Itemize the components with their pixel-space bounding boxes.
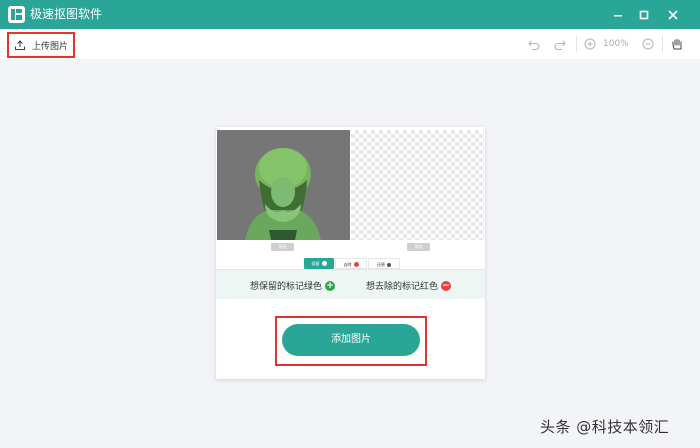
close-button[interactable]	[663, 5, 683, 24]
minimize-icon	[614, 14, 622, 16]
toolbar: 上传图片 100%	[0, 29, 700, 59]
upload-icon	[14, 40, 26, 51]
minimize-button[interactable]	[608, 5, 628, 24]
keep-dot-icon	[321, 261, 327, 266]
hint-bar: 想保留的标记绿色 + 想去除的标记红色 −	[216, 269, 485, 299]
minus-circle-icon: −	[441, 280, 452, 291]
restore-brush-label: 还原	[377, 262, 385, 267]
add-image-button[interactable]: 添加图片	[282, 324, 420, 356]
eraser-icon	[387, 263, 391, 267]
close-icon	[668, 9, 678, 20]
result-preview-transparent[interactable]	[351, 130, 484, 240]
original-image-preview[interactable]	[217, 130, 350, 240]
upload-image-button[interactable]: 上传图片	[7, 32, 75, 58]
plus-circle-icon: +	[325, 280, 336, 291]
toolbar-divider	[662, 36, 663, 52]
undo-icon[interactable]	[527, 37, 541, 51]
keep-brush-button[interactable]: 保留	[304, 258, 334, 269]
zoom-in-icon[interactable]	[583, 37, 597, 51]
toolbar-divider	[576, 36, 577, 52]
keep-brush-label: 保留	[311, 261, 320, 266]
maximize-icon	[639, 10, 649, 19]
redo-icon[interactable]	[553, 37, 567, 51]
portrait-photo	[245, 148, 321, 240]
title-bar: 极速抠图软件	[0, 0, 700, 29]
zoom-level: 100%	[603, 39, 629, 49]
remove-dot-icon	[353, 262, 359, 267]
remove-brush-button[interactable]: 去除	[335, 258, 367, 269]
upload-image-label: 上传图片	[32, 41, 69, 52]
app-logo-icon	[8, 6, 25, 23]
preview-tag: 预览	[407, 243, 430, 251]
restore-brush-button[interactable]: 还原	[368, 258, 400, 269]
remove-hint: 想去除的标记红色 −	[366, 279, 452, 292]
remove-brush-label: 去除	[343, 262, 352, 267]
remove-hint-text: 想去除的标记红色	[366, 282, 439, 292]
zoom-out-icon[interactable]	[641, 37, 655, 51]
hand-tool-icon[interactable]	[670, 37, 684, 51]
window-title: 极速抠图软件	[30, 7, 103, 21]
maximize-button[interactable]	[634, 5, 654, 24]
keep-hint-text: 想保留的标记绿色	[250, 282, 323, 292]
editor-card: 原图 预览 保留 去除 还原 想保留的标记绿色 + 想去除的标记红色 − 添加图…	[216, 127, 485, 379]
add-image-highlight: 添加图片	[275, 316, 427, 366]
watermark: 头条 @科技本领汇	[540, 418, 670, 436]
keep-hint: 想保留的标记绿色 +	[250, 279, 336, 292]
original-tag: 原图	[271, 243, 294, 251]
